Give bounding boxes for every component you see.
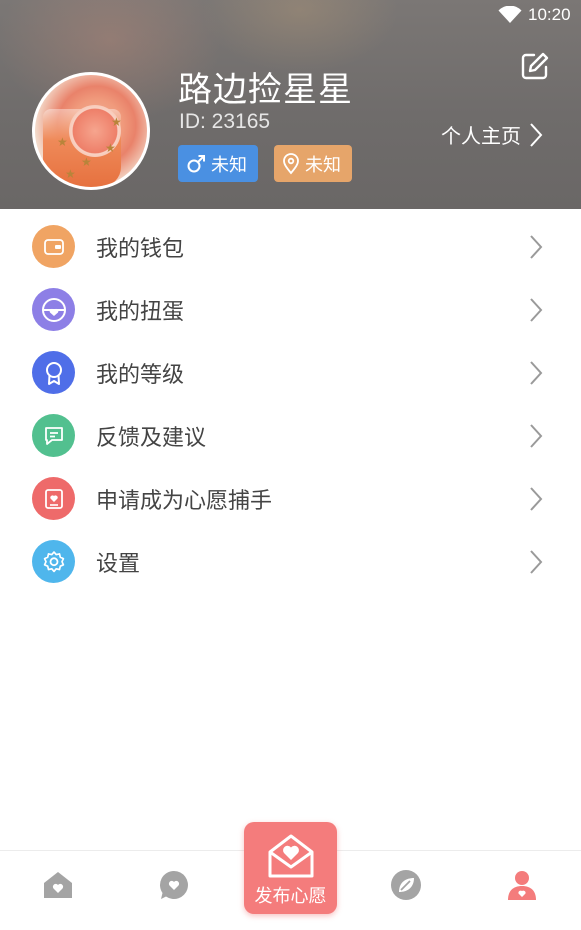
nav-me[interactable]: [502, 865, 542, 905]
menu-item-level[interactable]: 我的等级: [0, 335, 581, 398]
menu-item-label: 我的扭蛋: [96, 300, 185, 325]
gender-label: 未知: [211, 154, 247, 176]
menu-item-label: 申请成为心愿捕手: [96, 489, 273, 514]
menu-item-label: 设置: [96, 552, 141, 577]
male-symbol-icon: [187, 154, 205, 172]
status-bar: 10:20: [0, 0, 581, 30]
level-medal-icon: [32, 351, 75, 394]
envelope-heart-icon: [268, 834, 314, 878]
menu-item-settings[interactable]: 设置: [0, 524, 581, 587]
status-time: 10:20: [528, 5, 571, 24]
menu-item-label: 反馈及建议: [96, 426, 207, 451]
menu-item-gashapon[interactable]: 我的扭蛋: [0, 272, 581, 335]
nav-home[interactable]: [38, 865, 78, 905]
nav-discover[interactable]: [386, 865, 426, 905]
menu-item-wallet[interactable]: 我的钱包: [0, 209, 581, 272]
location-pin-icon: [283, 152, 299, 174]
chevron-right-icon: [530, 235, 543, 259]
chevron-right-icon: [530, 122, 543, 147]
user-icon: [508, 871, 536, 900]
chat-heart-icon: [159, 871, 188, 899]
home-icon: [44, 872, 72, 898]
user-nickname: 路边捡星星: [178, 70, 353, 110]
wallet-icon: [32, 225, 75, 268]
homepage-link-label: 个人主页: [441, 124, 521, 148]
settings-gear-icon: [32, 540, 75, 583]
menu-list: 我的钱包 我的扭蛋 我的等级 反馈及建议 申请成为心愿捕手 设置: [0, 209, 581, 587]
chevron-right-icon: [530, 550, 543, 574]
menu-item-label: 我的等级: [96, 363, 185, 388]
profile-header: 10:20 ★ ★ ★ ★ ★ 路边捡星星 ID: 23165 未知 未知 个人…: [0, 0, 581, 209]
chevron-right-icon: [530, 424, 543, 448]
avatar[interactable]: ★ ★ ★ ★ ★: [32, 72, 150, 190]
homepage-link[interactable]: 个人主页: [441, 120, 543, 149]
feedback-icon: [32, 414, 75, 457]
publish-wish-label: 发布心愿: [254, 886, 327, 907]
nav-messages[interactable]: [154, 865, 194, 905]
location-badge: 未知: [274, 145, 352, 182]
chevron-right-icon: [530, 361, 543, 385]
compass-leaf-icon: [391, 870, 421, 900]
gashapon-icon: [32, 288, 75, 331]
chevron-right-icon: [530, 487, 543, 511]
menu-item-wish-catcher[interactable]: 申请成为心愿捕手: [0, 461, 581, 524]
publish-wish-button[interactable]: 发布心愿: [244, 822, 337, 914]
edit-icon[interactable]: [520, 51, 550, 81]
wish-catcher-icon: [32, 477, 75, 520]
gender-badge: 未知: [178, 145, 258, 182]
menu-item-feedback[interactable]: 反馈及建议: [0, 398, 581, 461]
chevron-right-icon: [530, 298, 543, 322]
menu-item-label: 我的钱包: [96, 237, 185, 262]
user-id: ID: 23165: [179, 110, 271, 133]
location-label: 未知: [305, 154, 341, 176]
wifi-icon: [498, 6, 522, 23]
